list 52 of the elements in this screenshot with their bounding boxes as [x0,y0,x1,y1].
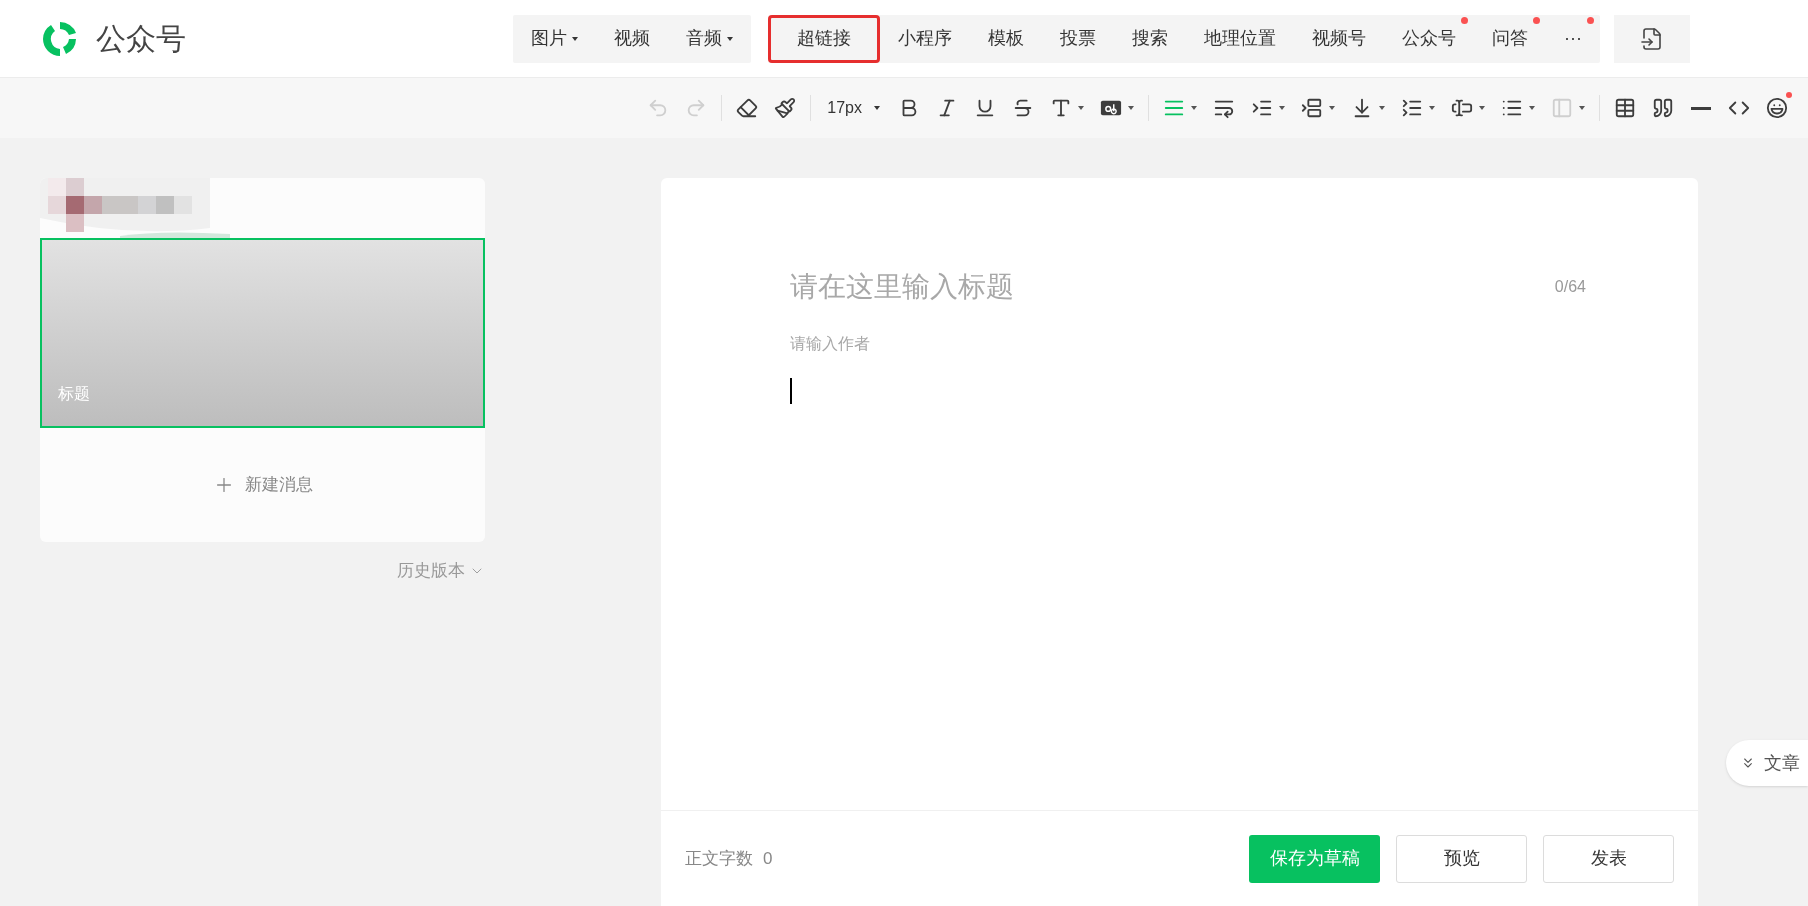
article-title: 标题 [58,384,90,404]
caret-icon [874,106,880,110]
caret-icon [1128,106,1134,110]
author-field[interactable]: 请输入作者 [790,332,1190,356]
new-message-button[interactable]: 新建消息 [40,428,485,542]
title-counter: 0/64 [1554,277,1586,297]
caret-icon [1191,106,1197,110]
strikethrough-icon [1012,97,1034,119]
insert-menu-item[interactable]: 公众号 [1384,14,1474,63]
insert-menu-item[interactable]: 图片 [513,14,596,63]
paintbrush-icon [774,97,797,119]
insert-menu-item[interactable]: 音频 [668,14,751,63]
table-icon [1614,97,1636,119]
quote-icon [1652,97,1674,119]
logo-text: 公众号 [96,21,186,57]
footer-button[interactable]: 预览 [1396,834,1527,883]
caret-icon [1078,106,1084,110]
collapse-list-icon [1401,97,1423,119]
caret-icon [1529,106,1535,110]
eraser-icon [736,97,759,119]
horizontal-line-icon [1691,106,1711,110]
caret-icon [572,36,578,41]
word-count-value: 0 [763,847,773,870]
laughing-face-icon [1766,97,1788,119]
footer-button[interactable]: 发表 [1543,834,1674,883]
insert-menu-item[interactable]: 地理位置 [1186,14,1294,63]
insert-menu-item[interactable]: 搜索 [1114,14,1186,63]
insert-menu-item[interactable]: 视频号 [1294,14,1384,63]
side-panel-button[interactable] [1614,14,1690,63]
insert-menu-item[interactable]: 模板 [970,14,1042,63]
panel-icon [1551,97,1573,119]
word-count-label: 正文字数 [685,847,753,870]
caret-icon [1479,106,1485,110]
insert-menu-item[interactable]: 视频 [596,14,668,63]
insert-menu-item[interactable]: 问答 [1474,14,1546,63]
caret-icon [1379,106,1385,110]
font-size-select[interactable]: 17px [817,90,890,126]
caret-icon [1279,106,1285,110]
text-caret [790,378,792,404]
caret-icon [1329,106,1335,110]
caret-icon [1579,106,1585,110]
insert-menu-item[interactable]: 超链接 [768,14,880,63]
document-arrow-icon [1640,26,1664,51]
side-tab[interactable]: 文章 [1726,740,1808,786]
caret-icon [1429,106,1435,110]
insert-menu-item[interactable]: 投票 [1042,14,1114,63]
insert-menu-item[interactable]: 小程序 [880,14,970,63]
text-cursor-icon [1451,97,1473,119]
caret-icon [727,36,733,41]
insert-menu-item[interactable]: ··· [1546,14,1600,63]
title-field[interactable]: 请在这里输入标题 [790,266,1555,308]
underline-icon [974,97,996,119]
